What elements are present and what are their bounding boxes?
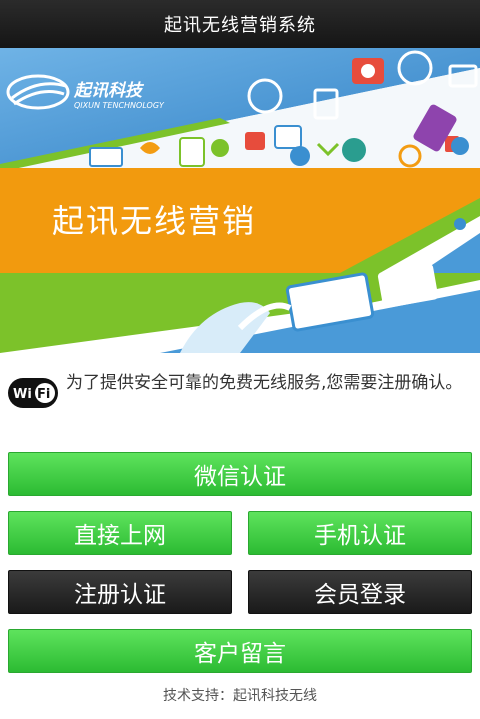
banner-slogan: 起讯无线营销 [52,202,256,240]
wifi-icon: Wi Fi [8,378,58,408]
page-title: 起讯无线营销系统 [164,15,316,36]
logo-subtext: QIXUN TENCHNOLOGY [74,101,165,110]
svg-text:Wi: Wi [13,387,32,402]
register-auth-button[interactable]: 注册认证 [8,570,232,614]
footer-credit: 技术支持：起讯科技无线 [163,688,317,704]
direct-access-button[interactable]: 直接上网 [8,511,232,555]
svg-text:Fi: Fi [37,387,50,402]
banner-graphic: 起讯科技 QIXUN TENCHNOLOGY 起讯无线营销 [0,48,480,353]
logo-text: 起讯科技 [73,81,145,101]
customer-message-button[interactable]: 客户留言 [8,629,472,673]
phone-auth-button[interactable]: 手机认证 [248,511,472,555]
hero-banner: 起讯科技 QIXUN TENCHNOLOGY 起讯无线营销 [0,48,480,353]
notice-text: 为了提供安全可靠的免费无线服务,您需要注册确认。 [66,373,463,393]
member-login-button[interactable]: 会员登录 [248,570,472,614]
notice-section: Wi Fi 为了提供安全可靠的免费无线服务,您需要注册确认。 [8,370,472,430]
wechat-auth-button[interactable]: 微信认证 [8,452,472,496]
app-title-bar: 起讯无线营销系统 [0,0,480,48]
